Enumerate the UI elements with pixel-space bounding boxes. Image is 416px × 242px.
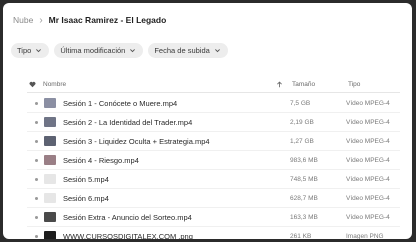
file-type: Vídeo MPEG-4 (346, 194, 390, 202)
file-name: Sesión 3 - Liquidez Oculta + Estrategia.… (63, 136, 210, 146)
file-thumbnail-icon (44, 136, 56, 146)
file-type: Vídeo MPEG-4 (346, 118, 390, 126)
file-name: Sesión 4 - Riesgo.mp4 (63, 155, 139, 165)
bullet-icon (35, 234, 38, 238)
breadcrumb-current: Mr Isaac Ramirez - El Legado (48, 15, 167, 25)
chevron-right-icon: › (39, 14, 43, 26)
chevron-down-icon (214, 47, 221, 54)
file-size: 261 KB (290, 232, 312, 240)
file-row[interactable]: Sesión 4 - Riesgo.mp4 983,6 MB Vídeo MPEG-… (27, 151, 400, 170)
file-thumbnail-icon (44, 231, 56, 239)
sort-arrow-up-icon[interactable] (276, 81, 284, 89)
file-row[interactable]: Sesión Extra - Anuncio del Sorteo.mp4 163… (27, 208, 400, 227)
file-type: Vídeo MPEG-4 (346, 137, 390, 145)
bullet-icon (35, 158, 38, 162)
column-name[interactable]: Nombre (43, 81, 276, 88)
filter-bar: Tipo Última modificación Fecha de subida (11, 43, 228, 58)
file-thumbnail-icon (44, 98, 56, 108)
file-size: 628,7 MB (290, 194, 318, 202)
file-size: 7,5 GB (290, 99, 311, 107)
filter-modified[interactable]: Última modificación (54, 43, 144, 58)
filter-modified-label: Última modificación (60, 46, 126, 55)
file-thumbnail-icon (44, 212, 56, 222)
filter-type[interactable]: Tipo (11, 43, 50, 58)
bullet-icon (35, 120, 38, 124)
chevron-down-icon (129, 47, 136, 54)
heart-icon[interactable] (29, 81, 37, 89)
file-thumbnail-icon (44, 155, 56, 165)
file-list: Sesión 1 - Conócete o Muere.mp4 7,5 GB Víd… (27, 94, 400, 239)
file-row[interactable]: Sesión 2 - La Identidad del Trader.mp4 2,… (27, 113, 400, 132)
file-thumbnail-icon (44, 174, 56, 184)
bullet-icon (35, 177, 38, 181)
filter-type-label: Tipo (17, 46, 32, 55)
breadcrumb-root[interactable]: Nube (13, 15, 33, 25)
file-type: Vídeo MPEG-4 (346, 156, 390, 164)
file-name: Sesión 2 - La Identidad del Trader.mp4 (63, 117, 193, 127)
file-row[interactable]: Sesión 5.mp4 748,5 MB Vídeo MPEG-4 (27, 170, 400, 189)
file-name: Sesión 6.mp4 (63, 193, 109, 203)
file-size: 2,19 GB (290, 118, 314, 126)
column-type[interactable]: Tipo (348, 81, 400, 88)
file-type: Vídeo MPEG-4 (346, 213, 390, 221)
breadcrumb: Nube › Mr Isaac Ramirez - El Legado (13, 12, 166, 28)
file-size: 983,6 MB (290, 156, 318, 164)
file-name: Sesión 5.mp4 (63, 174, 109, 184)
bullet-icon (35, 215, 38, 219)
file-name: Sesión Extra - Anuncio del Sorteo.mp4 (63, 212, 192, 222)
file-name: WWW.CURSOSDIGITALEX.COM .png (63, 231, 193, 240)
file-type: Vídeo MPEG-4 (346, 99, 390, 107)
file-size: 163,3 MB (290, 213, 318, 221)
file-row[interactable]: Sesión 1 - Conócete o Muere.mp4 7,5 GB Víd… (27, 94, 400, 113)
file-thumbnail-icon (44, 117, 56, 127)
filter-upload-date-label: Fecha de subida (154, 46, 210, 55)
file-row[interactable]: Sesión 6.mp4 628,7 MB Vídeo MPEG-4 (27, 189, 400, 208)
file-size: 1,27 GB (290, 137, 314, 145)
filter-upload-date[interactable]: Fecha de subida (148, 43, 228, 58)
file-row[interactable]: WWW.CURSOSDIGITALEX.COM .png 261 KB Imagen… (27, 227, 400, 239)
file-size: 748,5 MB (290, 175, 318, 183)
column-header: Nombre Tamaño Tipo (27, 77, 400, 93)
bullet-icon (35, 101, 38, 105)
file-type: Imagen PNG (346, 232, 384, 240)
bullet-icon (35, 196, 38, 200)
file-name: Sesión 1 - Conócete o Muere.mp4 (63, 98, 178, 108)
file-row[interactable]: Sesión 3 - Liquidez Oculta + Estrategia.… (27, 132, 400, 151)
bullet-icon (35, 139, 38, 143)
file-thumbnail-icon (44, 193, 56, 203)
file-browser-window: Nube › Mr Isaac Ramirez - El Legado Tipo… (3, 3, 412, 239)
chevron-down-icon (35, 47, 42, 54)
file-type: Vídeo MPEG-4 (346, 175, 390, 183)
column-size[interactable]: Tamaño (292, 81, 348, 88)
